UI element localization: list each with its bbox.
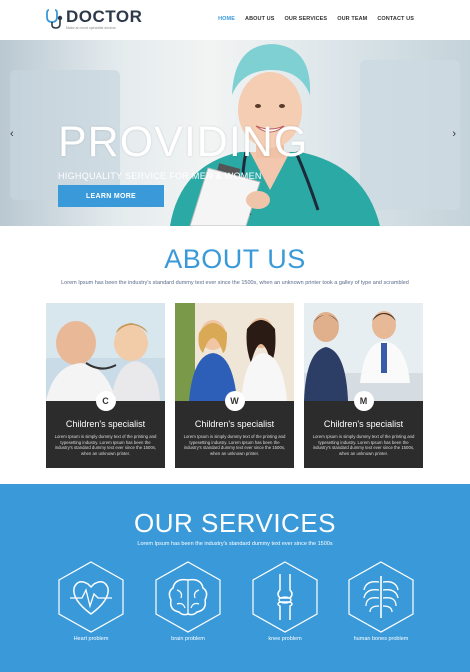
stethoscope-icon [46,9,63,29]
specialist-cards: C Children's specialist Lorem Ipsum is s… [46,303,423,468]
main-nav: HOME ABOUT US OUR SERVICES OUR TEAM CONT… [218,16,414,22]
slider-next-arrow-icon[interactable]: › [452,128,456,140]
services-title: OUR SERVICES [133,508,336,538]
card-text: Lorem Ipsum is simply dummy text of the … [183,434,286,456]
card-title: Children's specialist [323,419,404,429]
nav-home[interactable]: HOME [218,16,235,22]
card-text: Lorem Ipsum is simply dummy text of the … [312,434,415,456]
hero-subtitle: HIGHQUALITY SERVICE FOR MEN & WOMEN [58,171,262,181]
service-label: Heart problem [73,636,109,642]
card-photo [46,303,165,401]
service-label: human bones problem [353,636,409,642]
service-label: brain problem [171,636,205,642]
slider-prev-arrow-icon[interactable]: ‹ [10,128,14,140]
specialist-card[interactable]: M Children's specialist Lorem Ipsum is s… [304,303,423,468]
logo-title: DOCTOR [66,7,143,26]
site-header: DOCTOR Make an most specialist doctors H… [0,0,470,40]
service-label: knee problem [268,636,302,642]
about-title: ABOUT US [164,244,306,274]
knee-icon [252,561,318,633]
services-description: Lorem Ipsum has been the industry's stan… [137,541,333,547]
hero-title: PROVIDING [58,118,309,166]
card-badge: M [353,391,374,411]
card-badge: C [95,391,116,411]
service-item[interactable]: Heart problem [56,560,126,650]
logo[interactable]: DOCTOR Make an most specialist doctors [46,8,142,31]
specialist-card[interactable]: W Children's specialist Lorem Ipsum is s… [175,303,294,468]
services-section: OUR SERVICES Lorem Ipsum has been the in… [0,484,470,672]
ribcage-icon [348,561,414,633]
card-photo [304,303,423,401]
learn-more-button[interactable]: LEARN MORE [58,185,164,207]
logo-tagline: Make an most specialist doctors [66,26,116,30]
service-item[interactable]: brain problem [153,560,223,650]
nav-services[interactable]: OUR SERVICES [285,16,328,22]
heart-icon [58,561,124,633]
about-description: Lorem Ipsum has been the industry's stan… [61,280,409,286]
card-badge: W [224,391,245,411]
brain-icon [155,561,221,633]
specialist-card[interactable]: C Children's specialist Lorem Ipsum is s… [46,303,165,468]
nav-team[interactable]: OUR TEAM [337,16,367,22]
nav-contact[interactable]: CONTACT US [377,16,414,22]
card-title: Children's specialist [194,419,275,429]
nav-about[interactable]: ABOUT US [245,16,275,22]
service-item[interactable]: human bones problem [346,560,416,650]
card-text: Lorem Ipsum is simply dummy text of the … [54,434,157,456]
card-title: Children's specialist [65,419,146,429]
card-photo [175,303,294,401]
service-item[interactable]: knee problem [250,560,320,650]
hero-slider: PROVIDING HIGHQUALITY SERVICE FOR MEN & … [0,40,470,226]
